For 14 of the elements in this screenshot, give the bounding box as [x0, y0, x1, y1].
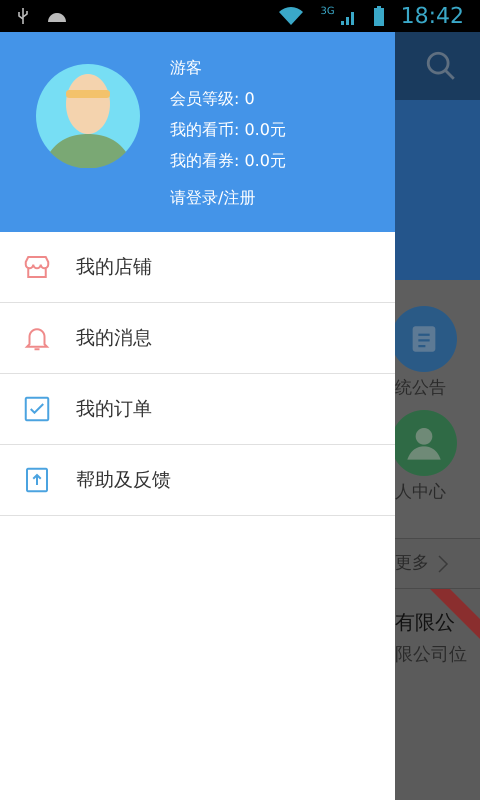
usb-icon: [16, 7, 30, 25]
chevron-right-icon: [437, 554, 449, 574]
profile-stat: 我的看券: 0.0元: [170, 150, 286, 172]
menu-item[interactable]: 我的订单: [0, 374, 395, 445]
profile-stat: 会员等级: 0: [170, 88, 256, 110]
clock: 18:42: [400, 2, 464, 30]
item-title: 有限公: [395, 609, 455, 636]
checkbox-icon: [22, 394, 52, 424]
network-label: 3G: [320, 5, 335, 19]
wifi-icon: [278, 6, 304, 26]
battery-icon: [372, 6, 385, 26]
profile-stat: 我的看币: 0.0元: [170, 119, 286, 141]
avatar-icon: [36, 64, 140, 168]
user-name: 游客: [170, 57, 203, 79]
